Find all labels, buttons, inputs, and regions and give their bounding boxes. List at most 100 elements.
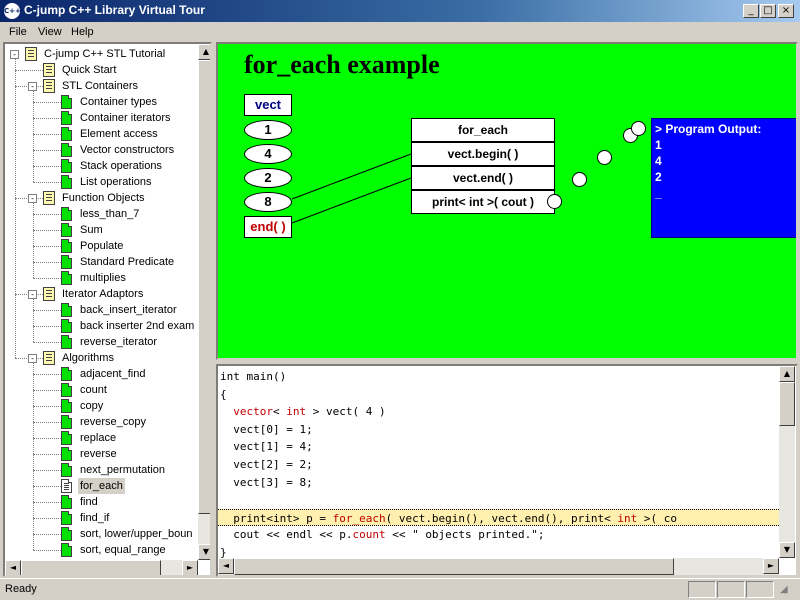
tree-item[interactable]: Populate bbox=[5, 238, 198, 254]
tree-item-label: Vector constructors bbox=[80, 144, 175, 156]
tree-item-label: Populate bbox=[80, 240, 124, 252]
tree-item[interactable]: reverse_copy bbox=[5, 414, 198, 430]
scroll-thumb[interactable] bbox=[779, 382, 795, 426]
page-icon bbox=[61, 495, 72, 509]
minimize-button[interactable]: _ bbox=[743, 4, 759, 18]
tree-item[interactable]: for_each bbox=[5, 478, 198, 494]
tree-item-label: Stack operations bbox=[80, 160, 162, 172]
tree-item[interactable]: - Function Objects bbox=[5, 190, 198, 206]
tree-item-label: copy bbox=[80, 400, 104, 412]
tree-item[interactable]: reverse bbox=[5, 446, 198, 462]
tree-item[interactable]: Vector constructors bbox=[5, 142, 198, 158]
code-line: } bbox=[220, 546, 227, 558]
status-cell bbox=[717, 581, 745, 598]
tree-item[interactable]: less_than_7 bbox=[5, 206, 198, 222]
call-box-function: for_each bbox=[411, 118, 555, 142]
tree-item[interactable]: Quick Start bbox=[5, 62, 198, 78]
collapse-toggle-icon[interactable]: - bbox=[28, 290, 37, 299]
scroll-right-button[interactable]: ► bbox=[763, 558, 779, 574]
close-button[interactable]: × bbox=[778, 4, 794, 18]
tree-vertical-scrollbar[interactable]: ▲ ▼ bbox=[198, 44, 210, 560]
tree-item-label: Element access bbox=[80, 128, 158, 140]
tree-item[interactable]: replace bbox=[5, 430, 198, 446]
code-horizontal-scrollbar[interactable]: ◄ ► bbox=[218, 558, 779, 575]
title-bar: C++ C-jump C++ Library Virtual Tour _ □ … bbox=[0, 0, 800, 22]
code-line: vect[3] = 8; bbox=[220, 475, 313, 489]
tree-item[interactable]: count bbox=[5, 382, 198, 398]
output-line: 1 bbox=[655, 138, 662, 152]
tree-item[interactable]: find_if bbox=[5, 510, 198, 526]
scroll-up-button[interactable]: ▲ bbox=[779, 366, 795, 382]
page-icon bbox=[61, 447, 72, 461]
scroll-right-button[interactable]: ► bbox=[182, 560, 198, 575]
page-icon bbox=[61, 143, 72, 157]
tree-item[interactable]: Container types bbox=[5, 94, 198, 110]
collapse-toggle-icon[interactable]: - bbox=[28, 354, 37, 363]
tree-item[interactable]: - Iterator Adaptors bbox=[5, 286, 198, 302]
output-title: > Program Output: bbox=[655, 122, 762, 136]
tree-item-label: Algorithms bbox=[62, 352, 114, 364]
tree-item[interactable]: back inserter 2nd exam bbox=[5, 318, 198, 334]
scroll-thumb[interactable] bbox=[21, 560, 161, 575]
tree-item[interactable]: Sum bbox=[5, 222, 198, 238]
scroll-left-button[interactable]: ◄ bbox=[218, 558, 234, 574]
output-bubble bbox=[631, 121, 646, 136]
menu-view[interactable]: View bbox=[38, 26, 62, 38]
tree-item[interactable]: back_insert_iterator bbox=[5, 302, 198, 318]
tree-item[interactable]: Element access bbox=[5, 126, 198, 142]
page-icon bbox=[61, 175, 72, 189]
menu-file[interactable]: File bbox=[9, 26, 27, 38]
page-icon bbox=[61, 383, 72, 397]
tree-item[interactable]: - C-jump C++ STL Tutorial bbox=[5, 46, 198, 62]
page-icon bbox=[61, 271, 72, 285]
tree-item[interactable]: reverse_iterator bbox=[5, 334, 198, 350]
tree-item[interactable]: Container iterators bbox=[5, 110, 198, 126]
book-icon bbox=[43, 351, 55, 365]
tree-item[interactable]: Stack operations bbox=[5, 158, 198, 174]
scroll-up-button[interactable]: ▲ bbox=[198, 44, 210, 60]
collapse-toggle-icon[interactable]: - bbox=[10, 50, 19, 59]
tree-item[interactable]: next_permutation bbox=[5, 462, 198, 478]
output-line: 4 bbox=[655, 154, 662, 168]
tree-item[interactable]: Standard Predicate bbox=[5, 254, 198, 270]
collapse-toggle-icon[interactable]: - bbox=[28, 194, 37, 203]
tree-item[interactable]: find bbox=[5, 494, 198, 510]
scroll-thumb[interactable] bbox=[198, 60, 210, 514]
program-output-panel: > Program Output: 1 4 2 _ bbox=[651, 118, 796, 238]
tree-horizontal-scrollbar[interactable]: ◄ ► bbox=[5, 560, 198, 575]
tree-item[interactable]: - STL Containers bbox=[5, 78, 198, 94]
code-line: vect[2] = 2; bbox=[220, 458, 313, 471]
tree-item[interactable]: List operations bbox=[5, 174, 198, 190]
page-icon bbox=[61, 111, 72, 125]
tree-item[interactable]: - Algorithms bbox=[5, 350, 198, 366]
begin-pointer-line bbox=[291, 153, 412, 200]
output-bubble bbox=[572, 172, 587, 187]
scroll-left-button[interactable]: ◄ bbox=[5, 560, 21, 575]
tree-item-label: Sum bbox=[80, 224, 103, 236]
tree-item[interactable]: sort, lower/upper_boun bbox=[5, 526, 198, 542]
tree-item-label: Iterator Adaptors bbox=[62, 288, 144, 300]
maximize-button[interactable]: □ bbox=[760, 4, 776, 18]
page-icon bbox=[61, 239, 72, 253]
code-vertical-scrollbar[interactable]: ▲ ▼ bbox=[779, 366, 795, 558]
tree-item-label: count bbox=[80, 384, 107, 396]
scroll-down-button[interactable]: ▼ bbox=[779, 542, 795, 558]
tree-item[interactable]: adjacent_find bbox=[5, 366, 198, 382]
size-grip-icon[interactable]: ◢ bbox=[780, 584, 788, 595]
tree-item-label: reverse bbox=[80, 448, 117, 460]
tree-item[interactable]: copy bbox=[5, 398, 198, 414]
topic-tree-pane: - C-jump C++ STL Tutorial Quick Start - STL … bbox=[3, 42, 212, 577]
open-page-icon bbox=[61, 479, 72, 493]
call-box-functor: print< int >( cout ) bbox=[411, 190, 555, 214]
window-title: C-jump C++ Library Virtual Tour bbox=[24, 3, 205, 17]
tree-item-label: sort, lower/upper_boun bbox=[80, 528, 193, 540]
scroll-thumb[interactable] bbox=[234, 558, 674, 575]
collapse-toggle-icon[interactable]: - bbox=[28, 82, 37, 91]
menu-help[interactable]: Help bbox=[71, 26, 94, 38]
tree-item-label: Container types bbox=[80, 96, 158, 108]
scroll-down-button[interactable]: ▼ bbox=[198, 544, 210, 560]
tree-item-label: find_if bbox=[80, 512, 110, 524]
tree-item[interactable]: sort, equal_range bbox=[5, 542, 198, 558]
tree-item[interactable]: multiplies bbox=[5, 270, 198, 286]
status-cell bbox=[688, 581, 716, 598]
